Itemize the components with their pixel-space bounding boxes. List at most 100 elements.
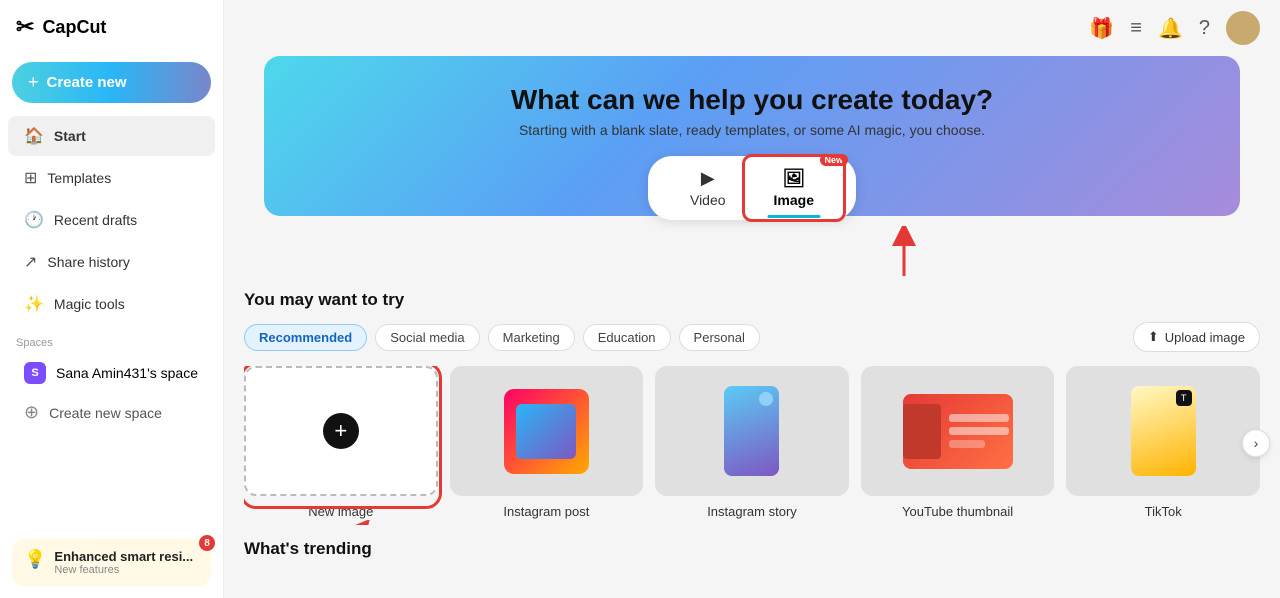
magic-tools-icon: ✨ xyxy=(24,294,44,314)
upload-label: Upload image xyxy=(1165,330,1245,345)
image-tab-label: Image xyxy=(774,192,814,208)
tiktok-label: TikTok xyxy=(1066,504,1260,525)
create-space-label: Create new space xyxy=(49,405,162,421)
tiktok-thumbnail: T xyxy=(1066,366,1260,496)
main-content: 🎁 ≡ 🔔 ? What can we help you create toda… xyxy=(224,0,1280,598)
instagram-post-card[interactable]: Instagram post xyxy=(450,366,644,525)
user-avatar[interactable] xyxy=(1226,11,1260,45)
sidebar-item-recent-drafts-label: Recent drafts xyxy=(54,212,137,228)
yt-thumb-mock xyxy=(903,394,1013,469)
hero-banner: What can we help you create today? Start… xyxy=(264,56,1240,216)
create-new-label: Create new xyxy=(47,74,127,91)
template-grid-container: + New image xyxy=(244,366,1260,525)
image-tab-icon: 🖼 xyxy=(782,168,805,189)
notification-banner[interactable]: 💡 Enhanced smart resi... New features 8 xyxy=(12,539,211,586)
logo-text: CapCut xyxy=(42,17,106,38)
logo-icon: ✂ xyxy=(16,14,34,40)
spaces-label: Spaces xyxy=(0,325,223,353)
instagram-post-image xyxy=(450,386,644,476)
space-avatar: S xyxy=(24,362,46,384)
notification-subtitle: New features xyxy=(54,564,193,576)
new-image-label: New image xyxy=(244,504,438,525)
create-space-icon: ⊕ xyxy=(24,402,39,423)
notification-icon: 💡 xyxy=(24,549,46,570)
instagram-post-label: Instagram post xyxy=(450,504,644,525)
video-tab-icon: ▶ xyxy=(701,168,715,189)
new-image-card[interactable]: + xyxy=(244,366,438,496)
youtube-thumbnail-thumbnail xyxy=(861,366,1055,496)
yt-right xyxy=(949,414,1013,448)
menu-icon[interactable]: ≡ xyxy=(1130,17,1142,40)
sidebar-item-templates[interactable]: ⊞ Templates xyxy=(8,158,215,198)
yt-left xyxy=(903,404,941,459)
notification-badge: 8 xyxy=(199,535,215,551)
sidebar-item-magic-tools-label: Magic tools xyxy=(54,296,125,312)
next-button[interactable]: › xyxy=(1242,429,1270,457)
hero-tabs: ▶ Video 🖼 Image New xyxy=(648,156,856,220)
sidebar-item-magic-tools[interactable]: ✨ Magic tools xyxy=(8,284,215,324)
filter-social-media[interactable]: Social media xyxy=(375,324,479,351)
youtube-thumb-image xyxy=(861,386,1055,476)
story-dot xyxy=(759,392,773,406)
create-new-button[interactable]: + Create new xyxy=(12,62,211,103)
insta-inner-mock xyxy=(516,404,576,459)
notification-title: Enhanced smart resi... xyxy=(54,549,193,564)
yt-line3 xyxy=(949,440,985,448)
hero-title: What can we help you create today? xyxy=(511,84,993,116)
sidebar-item-share-history[interactable]: ↗ Share history xyxy=(8,242,215,282)
sidebar-item-start[interactable]: 🏠 Start xyxy=(8,116,215,156)
filter-education[interactable]: Education xyxy=(583,324,671,351)
instagram-post-thumbnail xyxy=(450,366,644,496)
bell-icon[interactable]: 🔔 xyxy=(1158,16,1183,41)
tiktok-mock: T xyxy=(1131,386,1196,476)
instagram-story-thumbnail xyxy=(655,366,849,496)
filter-marketing[interactable]: Marketing xyxy=(488,324,575,351)
add-icon: + xyxy=(323,413,359,449)
plus-icon: + xyxy=(28,72,39,93)
instagram-story-card[interactable]: Instagram story xyxy=(655,366,849,525)
filter-personal[interactable]: Personal xyxy=(679,324,760,351)
templates-icon: ⊞ xyxy=(24,168,37,188)
instagram-story-label: Instagram story xyxy=(655,504,849,525)
video-tab-label: Video xyxy=(690,192,726,208)
tiktok-t: T xyxy=(1181,393,1187,403)
tab-image[interactable]: 🖼 Image xyxy=(750,162,838,214)
sidebar-item-start-label: Start xyxy=(54,128,86,144)
section-title: You may want to try xyxy=(244,290,1260,310)
content-area: You may want to try Recommended Social m… xyxy=(224,276,1280,598)
sidebar-item-share-history-label: Share history xyxy=(47,254,129,270)
template-grid: + New image xyxy=(244,366,1260,525)
upload-icon: ⬆ xyxy=(1148,329,1159,345)
filter-recommended[interactable]: Recommended xyxy=(244,324,367,351)
sidebar: ✂ CapCut + Create new 🏠 Start ⊞ Template… xyxy=(0,0,224,598)
hero-subtitle: Starting with a blank slate, ready templ… xyxy=(519,122,985,138)
sidebar-item-recent-drafts[interactable]: 🕐 Recent drafts xyxy=(8,200,215,240)
share-history-icon: ↗ xyxy=(24,252,37,272)
help-icon[interactable]: ? xyxy=(1199,17,1210,40)
filter-row: Recommended Social media Marketing Educa… xyxy=(244,322,1260,352)
recent-drafts-icon: 🕐 xyxy=(24,210,44,230)
tab-video[interactable]: ▶ Video xyxy=(666,162,750,214)
youtube-thumbnail-card[interactable]: YouTube thumbnail xyxy=(861,366,1055,525)
insta-story-mock xyxy=(724,386,779,476)
space-item-sana[interactable]: S Sana Amin431's space xyxy=(8,354,215,392)
new-image-card-wrapper: + New image xyxy=(244,366,438,525)
yt-line1 xyxy=(949,414,1009,422)
space-item-sana-label: Sana Amin431's space xyxy=(56,365,198,381)
trending-title: What's trending xyxy=(244,539,1260,559)
tiktok-image: T xyxy=(1066,386,1260,476)
topbar: 🎁 ≡ 🔔 ? xyxy=(224,0,1280,56)
sidebar-item-templates-label: Templates xyxy=(47,170,111,186)
notification-text: Enhanced smart resi... New features xyxy=(54,549,193,576)
upload-image-button[interactable]: ⬆ Upload image xyxy=(1133,322,1260,352)
tiktok-card[interactable]: T TikTok xyxy=(1066,366,1260,525)
logo: ✂ CapCut xyxy=(0,0,223,54)
create-space-button[interactable]: ⊕ Create new space xyxy=(8,394,215,431)
gift-icon[interactable]: 🎁 xyxy=(1089,16,1114,41)
new-badge: New xyxy=(820,154,849,166)
yt-line2 xyxy=(949,427,1009,435)
insta-post-mock xyxy=(504,389,589,474)
image-tab-wrapper: 🖼 Image New xyxy=(750,162,838,214)
instagram-story-image xyxy=(655,386,849,476)
red-arrow-up xyxy=(874,226,934,281)
